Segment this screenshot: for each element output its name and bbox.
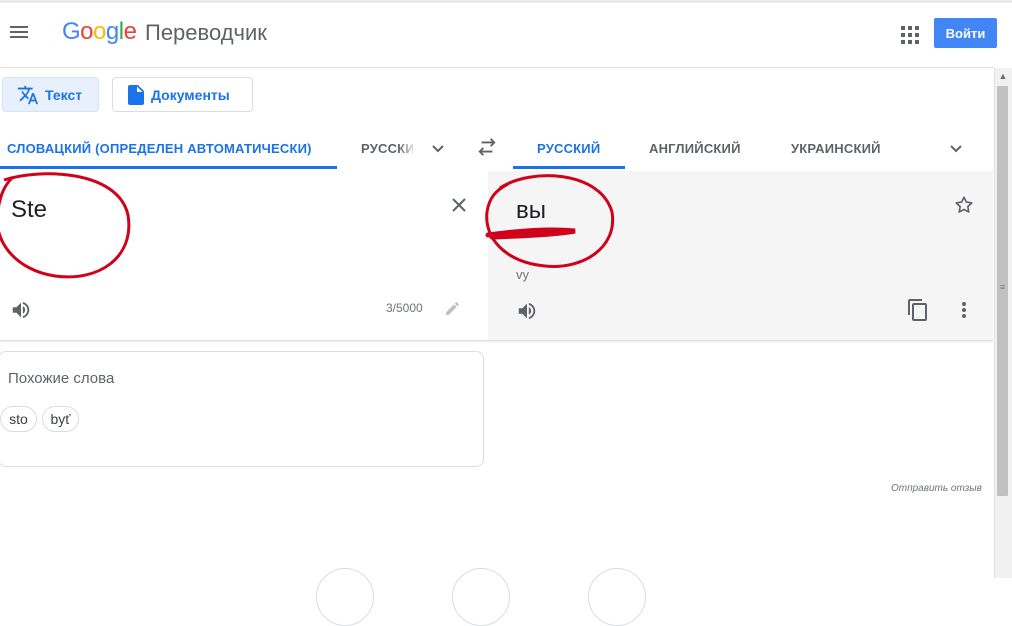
logo-letter: o <box>80 18 94 45</box>
close-icon[interactable] <box>450 196 468 214</box>
source-panel <box>0 171 488 341</box>
transliteration-text: vy <box>516 267 529 282</box>
bottom-feature-button[interactable] <box>452 568 510 626</box>
bottom-feature-button[interactable] <box>316 568 374 626</box>
copy-icon[interactable] <box>906 298 930 322</box>
google-logo[interactable]: Google <box>62 18 137 46</box>
similar-word-chip[interactable]: sto <box>0 406 37 432</box>
more-vert-icon[interactable] <box>954 300 974 320</box>
translation-output: вы <box>516 197 546 224</box>
similar-word-chip[interactable]: byť <box>42 406 79 432</box>
text-mode-button[interactable]: Текст <box>2 77 99 112</box>
source-speaker-icon[interactable] <box>10 299 32 321</box>
scrollbar-grip-icon: ≡ <box>999 282 1006 292</box>
logo-letter: g <box>105 18 119 45</box>
text-mode-label: Текст <box>45 86 83 103</box>
logo-letter: G <box>62 18 81 45</box>
tab-fade-overlay <box>398 135 418 161</box>
character-counter: 3/5000 <box>386 301 423 315</box>
logo-letter: o <box>93 18 106 45</box>
star-icon[interactable] <box>953 194 975 216</box>
scroll-up-arrow-icon[interactable]: ▲ <box>994 68 1012 85</box>
target-lang-tab-english[interactable]: АНГЛИЙСКИЙ <box>649 141 741 156</box>
sign-in-button[interactable]: Войти <box>934 18 997 48</box>
documents-mode-label: Документы <box>151 86 230 103</box>
source-lang-tab-detected[interactable]: СЛОВАЦКИЙ (ОПРЕДЕЛЕН АВТОМАТИЧЕСКИ) <box>7 141 312 156</box>
target-tab-active-indicator <box>513 166 625 169</box>
target-lang-tab-russian[interactable]: РУССКИЙ <box>537 141 600 156</box>
apps-grid-icon[interactable] <box>901 26 919 44</box>
target-speaker-icon[interactable] <box>516 300 538 322</box>
pencil-icon[interactable] <box>444 300 461 317</box>
product-name: Переводчик <box>145 20 267 45</box>
target-more-langs-chevron-down-icon[interactable] <box>948 140 964 156</box>
translate-icon <box>17 85 39 104</box>
panels-divider-shadow <box>0 340 993 343</box>
bottom-feature-button[interactable] <box>588 568 646 626</box>
source-more-langs-chevron-down-icon[interactable] <box>430 140 446 156</box>
source-text-input[interactable]: Ste <box>11 196 47 224</box>
logo-letter: e <box>123 18 137 45</box>
hamburger-menu-icon[interactable] <box>8 24 30 40</box>
document-icon <box>128 84 144 105</box>
send-feedback-link[interactable]: Отправить отзыв <box>891 483 982 494</box>
source-tab-active-indicator <box>0 166 337 169</box>
target-lang-tab-ukrainian[interactable]: УКРАИНСКИЙ <box>791 141 881 156</box>
swap-arrows-icon[interactable] <box>476 137 498 157</box>
documents-mode-button[interactable]: Документы <box>112 77 253 112</box>
similar-words-title: Похожие слова <box>8 370 115 387</box>
